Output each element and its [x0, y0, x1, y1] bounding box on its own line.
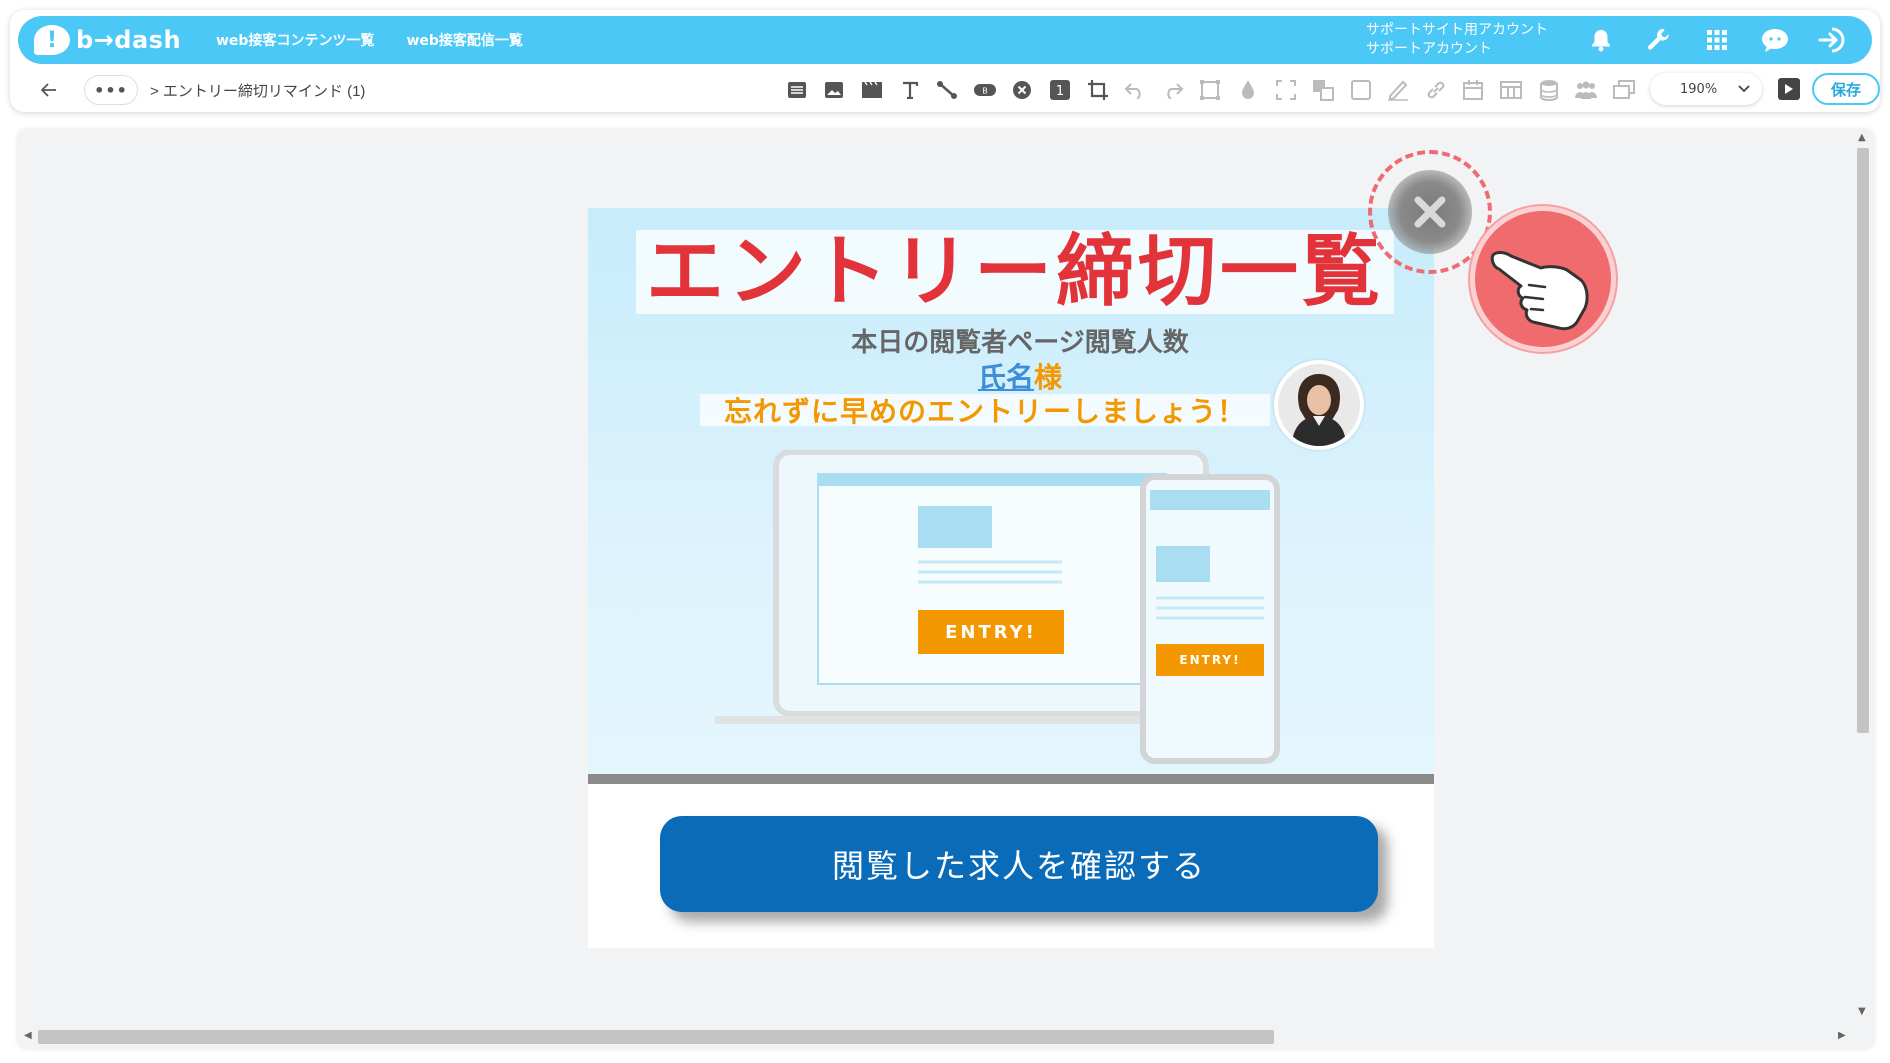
- scroll-left-icon[interactable]: ◀: [24, 1030, 32, 1041]
- layers-icon[interactable]: [1304, 74, 1342, 106]
- avatar: [1274, 360, 1364, 450]
- banner-divider: [588, 774, 1434, 784]
- scroll-down-icon[interactable]: ▼: [1858, 1006, 1866, 1017]
- calendar-icon[interactable]: [1455, 74, 1493, 106]
- expand-icon[interactable]: [1267, 74, 1305, 106]
- grid-icon[interactable]: [1688, 20, 1746, 60]
- users-icon[interactable]: [1567, 74, 1605, 106]
- nav-web-contents[interactable]: web接客コンテンツ一覧: [216, 30, 374, 50]
- more-button[interactable]: •••: [84, 75, 138, 105]
- hand-pointer-icon: [1470, 206, 1616, 352]
- text-icon[interactable]: [891, 74, 929, 106]
- frame-icon[interactable]: [1192, 74, 1230, 106]
- logo-bubble-icon: [34, 25, 70, 55]
- editor-toolbar: ••• > エントリー締切リマインド (1) B 1 190% 保存: [10, 68, 1880, 112]
- phone-illustration: ENTRY!: [1140, 474, 1280, 764]
- vertical-scrollbar[interactable]: ▲ ▼: [1854, 132, 1870, 1028]
- horizontal-scroll-thumb[interactable]: [38, 1030, 1274, 1044]
- image-icon[interactable]: [816, 74, 854, 106]
- account-info[interactable]: サポートサイト用アカウント サポートアカウント: [1366, 21, 1548, 59]
- video-icon[interactable]: [853, 74, 891, 106]
- drop-icon[interactable]: [1229, 74, 1267, 106]
- nav-web-delivery[interactable]: web接客配信一覧: [406, 30, 522, 50]
- badge-icon[interactable]: B: [966, 74, 1004, 106]
- undo-icon[interactable]: [1116, 74, 1154, 106]
- link-icon[interactable]: [1417, 74, 1455, 106]
- table-icon[interactable]: [1492, 74, 1530, 106]
- top-header: b→dash web接客コンテンツ一覧 web接客配信一覧 サポートサイト用アカ…: [18, 16, 1872, 64]
- logo-text: b→dash: [76, 26, 182, 54]
- chevron-down-icon: [1738, 85, 1750, 93]
- header-right: サポートサイト用アカウント サポートアカウント: [1366, 20, 1872, 60]
- account-line1: サポートサイト用アカウント: [1366, 22, 1548, 38]
- close-element-icon[interactable]: [1004, 74, 1042, 106]
- svg-text:B: B: [982, 87, 988, 96]
- banner-reminder: 忘れずに早めのエントリーしましょう！: [723, 395, 1246, 428]
- cta-button[interactable]: 閲覧した求人を確認する: [660, 816, 1378, 912]
- tool-icons: B 1: [778, 74, 1643, 106]
- vertical-scroll-thumb[interactable]: [1857, 148, 1869, 733]
- wrench-icon[interactable]: [1630, 20, 1688, 60]
- bell-icon[interactable]: [1572, 20, 1630, 60]
- chat-bot-icon[interactable]: [1746, 20, 1804, 60]
- app-frame: b→dash web接客コンテンツ一覧 web接客配信一覧 サポートサイト用アカ…: [10, 10, 1880, 112]
- close-icon[interactable]: [1388, 170, 1472, 254]
- scroll-up-icon[interactable]: ▲: [1858, 132, 1866, 143]
- preview-play-icon[interactable]: [1778, 78, 1800, 100]
- database-icon[interactable]: [1530, 74, 1568, 106]
- pen-icon[interactable]: [1380, 74, 1418, 106]
- logo[interactable]: b→dash: [34, 25, 184, 55]
- breadcrumb: > エントリー締切リマインド (1): [150, 82, 366, 100]
- svg-text:1: 1: [1056, 84, 1064, 99]
- number-icon[interactable]: 1: [1041, 74, 1079, 106]
- horizontal-scrollbar[interactable]: ◀ ▶: [18, 1026, 1852, 1044]
- scroll-right-icon[interactable]: ▶: [1838, 1030, 1846, 1041]
- save-button[interactable]: 保存: [1812, 73, 1880, 105]
- redo-icon[interactable]: [1154, 74, 1192, 106]
- logout-icon[interactable]: [1804, 20, 1862, 60]
- phone-entry-button: ENTRY!: [1156, 644, 1264, 676]
- banner-headline: エントリー締切一覧: [645, 227, 1384, 317]
- back-arrow-icon[interactable]: [36, 77, 62, 103]
- zoom-select[interactable]: 190%: [1650, 73, 1762, 105]
- connector-icon[interactable]: [928, 74, 966, 106]
- laptop-entry-button: ENTRY!: [918, 610, 1064, 654]
- zoom-value: 190%: [1680, 81, 1718, 97]
- copy-icon[interactable]: [1605, 74, 1643, 106]
- account-line2: サポートアカウント: [1366, 41, 1492, 57]
- crop-icon[interactable]: [1079, 74, 1117, 106]
- list-icon[interactable]: [778, 74, 816, 106]
- square-icon[interactable]: [1342, 74, 1380, 106]
- banner-subtitle: 本日の閲覧者ページ閲覧人数: [851, 328, 1189, 358]
